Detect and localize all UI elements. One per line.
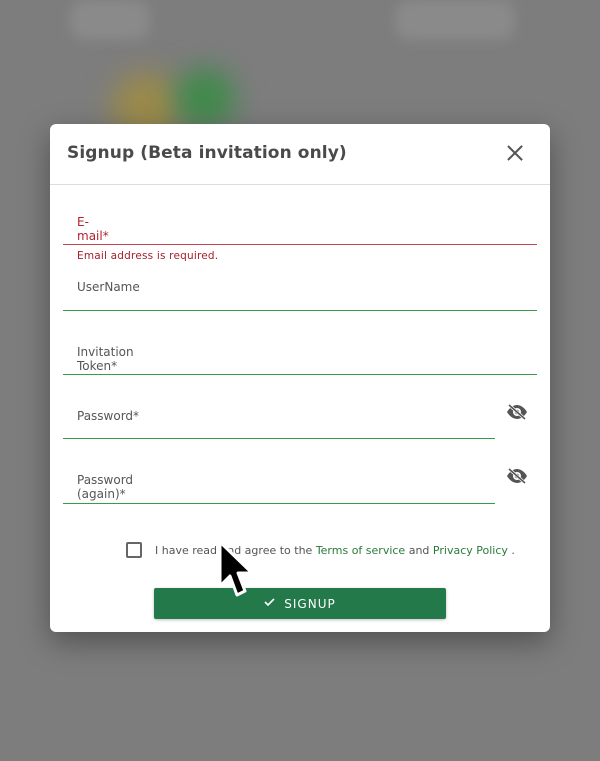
- signup-dialog: Signup (Beta invitation only) E-mail* Em…: [50, 124, 550, 632]
- invitation-token-label: Invitation Token*: [77, 345, 134, 373]
- background-shape: [395, 0, 515, 40]
- terms-suffix-text: .: [507, 543, 515, 557]
- username-underline: [63, 310, 537, 311]
- password-again-label: Password (again)*: [77, 473, 134, 501]
- signup-button-label: SIGNUP: [284, 596, 336, 611]
- password-label: Password*: [77, 409, 140, 423]
- privacy-policy-link[interactable]: Privacy Policy: [433, 544, 508, 557]
- username-label: UserName: [77, 280, 140, 294]
- close-icon[interactable]: [506, 144, 524, 162]
- terms-checkbox[interactable]: [126, 542, 142, 558]
- terms-of-service-link[interactable]: Terms of service: [316, 544, 405, 557]
- check-icon: [264, 598, 275, 606]
- email-error-text: Email address is required.: [77, 250, 219, 262]
- background-shape: [70, 0, 150, 40]
- password-underline: [63, 438, 495, 439]
- terms-middle-text: and: [405, 543, 433, 557]
- email-label: E-mail*: [77, 215, 109, 243]
- signup-button[interactable]: SIGNUP: [154, 588, 446, 619]
- terms-agreement: I have read and agree to the Terms of se…: [126, 542, 515, 558]
- background-logo: [175, 68, 235, 128]
- eye-off-icon[interactable]: [506, 404, 528, 420]
- dialog-title: Signup (Beta invitation only): [67, 143, 347, 163]
- email-underline: [63, 244, 537, 245]
- mouse-pointer-icon: [218, 540, 254, 597]
- password-again-underline: [63, 503, 495, 504]
- invitation-token-underline: [63, 374, 537, 375]
- dialog-header: Signup (Beta invitation only): [50, 124, 550, 185]
- eye-off-icon[interactable]: [506, 468, 528, 484]
